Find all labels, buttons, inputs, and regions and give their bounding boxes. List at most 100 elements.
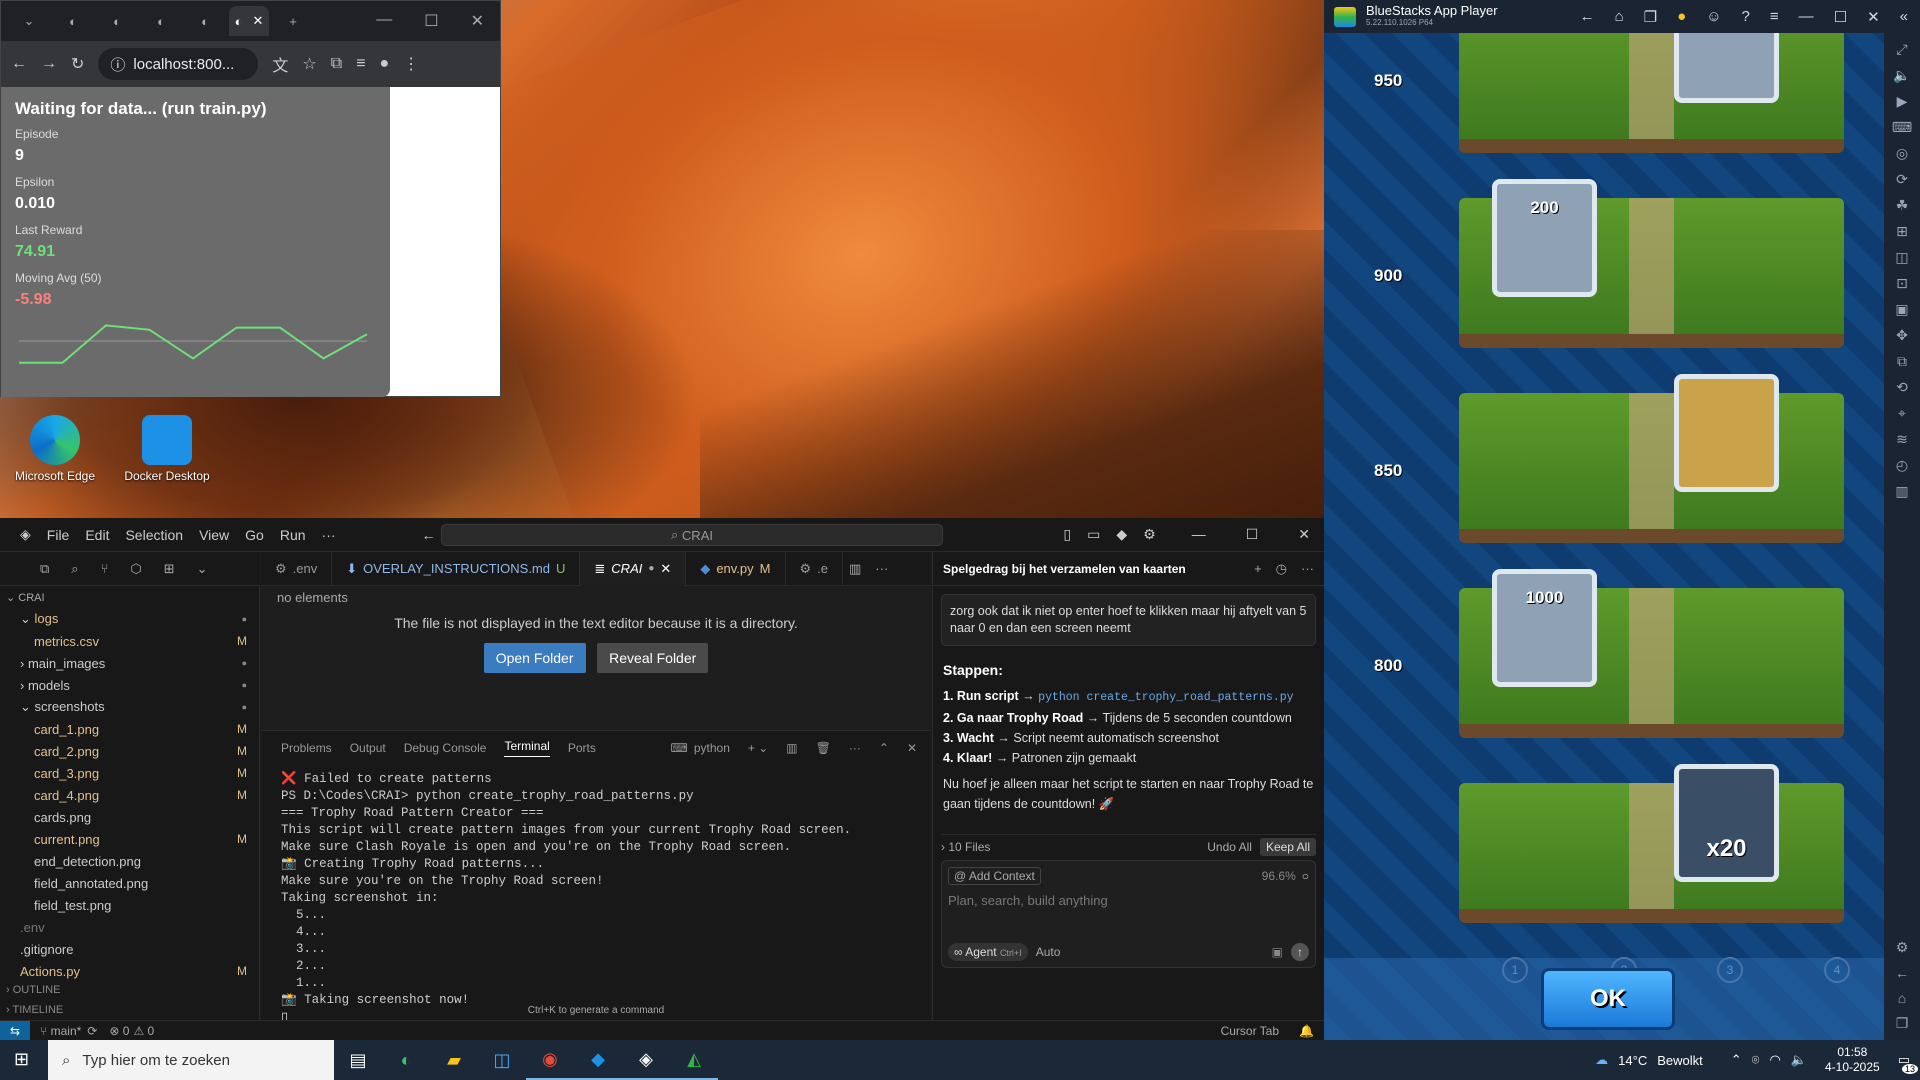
new-chat-icon[interactable]: + xyxy=(1254,561,1262,577)
menu-file[interactable]: File xyxy=(47,527,70,543)
notification-center-icon[interactable]: ▭ 13 xyxy=(1898,1052,1918,1074)
more-icon[interactable]: ··· xyxy=(1301,561,1314,577)
back-icon[interactable]: ← xyxy=(11,55,27,73)
branch-name[interactable]: main* xyxy=(51,1024,82,1038)
new-terminal-icon[interactable]: + ⌄ xyxy=(748,741,768,755)
explorer-icon[interactable]: ⧉ xyxy=(40,561,49,577)
panel-icon[interactable]: ▥ xyxy=(1895,483,1908,500)
chevron-right-icon[interactable]: › xyxy=(941,840,948,854)
browser-tab[interactable]: ◐ xyxy=(97,6,137,36)
tab-e[interactable]: ⚙ .e xyxy=(786,551,843,586)
profile-avatar[interactable]: ● xyxy=(380,55,390,73)
install-apk-icon[interactable]: ⊞ xyxy=(1896,223,1908,240)
maximize-icon[interactable]: ☐ xyxy=(1834,8,1847,26)
reload-icon[interactable]: ↻ xyxy=(71,54,84,74)
browser-tab[interactable]: ◐ xyxy=(185,6,225,36)
history-icon[interactable]: ◷ xyxy=(1276,561,1287,577)
source-control-icon[interactable]: ⑂ xyxy=(101,561,109,576)
explorer-root[interactable]: ⌄ CRAI xyxy=(0,586,259,608)
network-icon[interactable]: ⌾ xyxy=(1752,1052,1760,1068)
reward-gold[interactable]: 200 xyxy=(1492,179,1597,297)
home-icon[interactable]: ⌂ xyxy=(1615,8,1624,26)
gamepad-icon[interactable]: ◎ xyxy=(1896,145,1908,162)
user-prompt[interactable]: zorg ook dat ik niet op enter hoef te kl… xyxy=(941,594,1316,646)
browser-tab[interactable]: ◐ xyxy=(53,6,93,36)
menu-more[interactable]: ··· xyxy=(322,527,336,543)
timer-icon[interactable]: ◴ xyxy=(1896,457,1908,474)
sync-icon[interactable]: ⟳ xyxy=(87,1024,97,1038)
keymap-icon[interactable]: ⌨ xyxy=(1892,119,1912,136)
settings-icon[interactable]: ⚙ xyxy=(1896,939,1909,956)
tab-output[interactable]: Output xyxy=(350,741,386,755)
tree-item[interactable]: field_test.png xyxy=(0,894,259,916)
task-view-icon[interactable]: ▤ xyxy=(334,1040,382,1080)
tab-problems[interactable]: Problems xyxy=(281,741,332,755)
tree-item[interactable]: ⌄ screenshots ● xyxy=(0,696,259,718)
minimize-icon[interactable]: — xyxy=(1192,526,1206,543)
close-panel-icon[interactable]: ✕ xyxy=(907,741,917,755)
send-icon[interactable]: ↑ xyxy=(1291,943,1309,961)
tab-dropdown[interactable]: ⌄ xyxy=(9,6,49,36)
reveal-folder-button[interactable]: Reveal Folder xyxy=(597,643,709,673)
keep-all-button[interactable]: Keep All xyxy=(1259,837,1316,856)
menu-kebab-icon[interactable]: ⋮ xyxy=(403,54,419,74)
tree-item[interactable]: ⌄ logs ● xyxy=(0,608,259,630)
account-icon[interactable]: ☺ xyxy=(1706,8,1721,26)
kill-terminal-icon[interactable]: 🗑 xyxy=(816,741,831,755)
media-icon[interactable]: ≡ xyxy=(356,55,365,73)
browser-tab[interactable]: ◐ xyxy=(141,6,181,36)
command-search[interactable]: ⌕ CRAI xyxy=(441,524,943,546)
weather-text[interactable]: Bewolkt xyxy=(1657,1053,1703,1068)
tab-debug-console[interactable]: Debug Console xyxy=(404,741,487,755)
notifications-icon[interactable]: 🔔 xyxy=(1299,1024,1314,1038)
store-icon[interactable]: ◫ xyxy=(478,1040,526,1080)
edge-icon[interactable]: ◐ xyxy=(382,1040,430,1080)
docker-icon[interactable]: ◆ xyxy=(574,1040,622,1080)
error-count[interactable]: 0 xyxy=(123,1024,130,1038)
eco-icon[interactable]: ☘ xyxy=(1896,197,1909,214)
macro-icon[interactable]: ▶ xyxy=(1897,93,1908,110)
volume-icon[interactable]: 🔈 xyxy=(1893,67,1910,84)
volume-icon[interactable]: 🔈 xyxy=(1791,1052,1807,1068)
tree-item[interactable]: .env xyxy=(0,916,259,938)
weather-icon[interactable]: ☁ xyxy=(1595,1052,1608,1068)
minimize-icon[interactable]: — xyxy=(376,11,392,31)
record-icon[interactable]: ⊡ xyxy=(1896,275,1908,292)
more-actions-icon[interactable]: ··· xyxy=(875,561,888,576)
changed-files-count[interactable]: 10 Files xyxy=(948,840,990,854)
outline-section[interactable]: › OUTLINE xyxy=(6,984,60,996)
tree-item[interactable]: card_2.png M xyxy=(0,740,259,762)
cursor-icon[interactable]: ◈ xyxy=(622,1040,670,1080)
wifi-icon[interactable]: ◠ xyxy=(1769,1052,1780,1068)
bookmark-star-icon[interactable]: ☆ xyxy=(302,54,316,74)
toggle-sidebar-icon[interactable]: ▯ xyxy=(1063,526,1071,543)
tree-item[interactable]: › models ● xyxy=(0,674,259,696)
help-icon[interactable]: ? xyxy=(1742,8,1750,26)
maximize-icon[interactable]: ☐ xyxy=(1246,526,1259,543)
tree-item[interactable]: field_annotated.png xyxy=(0,872,259,894)
back-icon[interactable]: ← xyxy=(1895,965,1909,981)
weather-temp[interactable]: 14°C xyxy=(1618,1053,1647,1068)
menu-edit[interactable]: Edit xyxy=(85,527,109,543)
tree-item[interactable]: card_3.png M xyxy=(0,762,259,784)
location-icon[interactable]: ⌖ xyxy=(1898,405,1906,422)
site-info-icon[interactable]: ⓘ xyxy=(110,54,125,75)
file-explorer-icon[interactable]: ▰ xyxy=(430,1040,478,1080)
chat-input[interactable]: Plan, search, build anything xyxy=(948,893,1309,908)
back-icon[interactable]: ← xyxy=(422,527,436,543)
browser-tab-active[interactable]: ◐ ✕ xyxy=(229,6,269,36)
taskbar-search[interactable]: ⌕ Typ hier om te zoeken xyxy=(48,1040,334,1080)
split-editor-icon[interactable]: ▥ xyxy=(849,561,861,577)
tree-item[interactable]: end_detection.png xyxy=(0,850,259,872)
forward-icon[interactable]: → xyxy=(41,55,57,73)
menu-go[interactable]: Go xyxy=(245,527,264,543)
menu-run[interactable]: Run xyxy=(280,527,306,543)
extensions-icon[interactable]: ⬡ xyxy=(130,561,141,577)
image-icon[interactable]: ▣ xyxy=(1272,945,1283,959)
close-tab-icon[interactable]: ✕ xyxy=(252,13,263,29)
split-terminal-icon[interactable]: ▥ xyxy=(786,741,797,755)
clock[interactable]: 01:58 4-10-2025 xyxy=(1825,1045,1880,1075)
tab-crai[interactable]: ≣ CRAI ● ✕ xyxy=(580,551,687,586)
tray-overflow-icon[interactable]: ⌃ xyxy=(1731,1052,1742,1068)
settings-icon[interactable]: ⚙ xyxy=(1143,526,1156,543)
